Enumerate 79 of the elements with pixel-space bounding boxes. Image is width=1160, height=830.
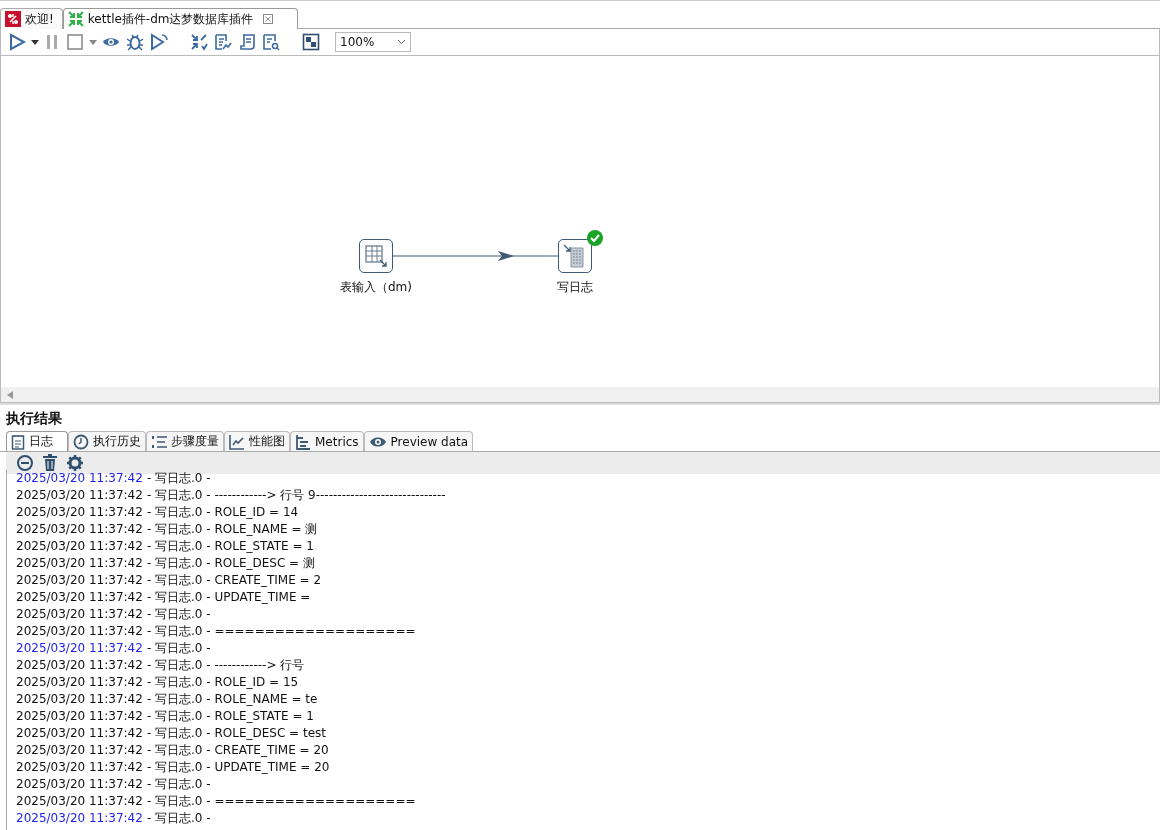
- grid-icon[interactable]: [302, 33, 320, 51]
- settings-icon[interactable]: [66, 454, 84, 472]
- result-tab[interactable]: 步骤度量: [146, 431, 224, 451]
- log-timestamp: 2025/03/20 11:37:42: [16, 590, 143, 604]
- log-message: - 写日志.0 -: [146, 607, 211, 621]
- log-message: - 写日志.0 -: [146, 641, 211, 655]
- log-timestamp: 2025/03/20 11:37:42: [16, 811, 143, 825]
- log-timestamp: 2025/03/20 11:37:42: [16, 539, 143, 553]
- replay-icon[interactable]: [150, 33, 168, 51]
- log-message: - 写日志.0 - ------------> 行号 9------------------------------: [146, 488, 446, 502]
- step-label: 写日志: [557, 279, 593, 296]
- panel-title: 执行结果: [5, 409, 63, 428]
- log-timestamp: 2025/03/20 11:37:42: [16, 471, 143, 485]
- bug-icon[interactable]: [126, 33, 144, 51]
- log-message: - 写日志.0 - UPDATE_TIME =: [146, 590, 311, 604]
- log-timestamp: 2025/03/20 11:37:42: [16, 794, 143, 808]
- minus-circle-icon[interactable]: [16, 454, 34, 472]
- log-timestamp: 2025/03/20 11:37:42: [16, 777, 143, 791]
- editor-tab[interactable]: 欢迎!: [0, 8, 63, 29]
- result-tab[interactable]: 日志: [6, 431, 68, 451]
- verify-icon[interactable]: [190, 33, 208, 51]
- zoom-dropdown[interactable]: 100%: [335, 32, 411, 52]
- log-timestamp: 2025/03/20 11:37:42: [16, 658, 143, 672]
- log-timestamp: 2025/03/20 11:37:42: [16, 607, 143, 621]
- log-message: - 写日志.0 - ROLE_ID = 14: [146, 505, 299, 519]
- log-message: - 写日志.0 - ROLE_ID = 15: [146, 675, 299, 689]
- impact-icon[interactable]: [214, 33, 232, 51]
- log-timestamp: 2025/03/20 11:37:42: [16, 488, 143, 502]
- log-message: - 写日志.0 - UPDATE_TIME = 20: [146, 760, 330, 774]
- log-message: - 写日志.0 - CREATE_TIME = 2: [146, 573, 322, 587]
- log-timestamp: 2025/03/20 11:37:42: [16, 573, 143, 587]
- log-timestamp: 2025/03/20 11:37:42: [16, 556, 143, 570]
- log-timestamp: 2025/03/20 11:37:42: [16, 709, 143, 723]
- result-tab[interactable]: 性能图: [224, 431, 290, 451]
- app-logo-icon: [5, 11, 21, 27]
- log-message: - 写日志.0 - ROLE_STATE = 1: [146, 539, 314, 553]
- log-message: - 写日志.0 -: [146, 777, 211, 791]
- log-message: - 写日志.0 - ====================: [146, 794, 416, 808]
- transformation-icon: [67, 11, 84, 27]
- document-icon: [563, 244, 587, 268]
- log-message: - 写日志.0 -: [146, 471, 211, 485]
- log-message: - 写日志.0 - ROLE_STATE = 1: [146, 709, 314, 723]
- result-tab[interactable]: Preview data: [363, 431, 474, 451]
- result-tab[interactable]: Metrics: [290, 431, 364, 451]
- line-chart-icon: [229, 433, 245, 450]
- log-message: - 写日志.0 - ROLE_NAME = te: [146, 692, 318, 706]
- log-timestamp: 2025/03/20 11:37:42: [16, 641, 143, 655]
- result-tab[interactable]: 执行历史: [68, 431, 146, 451]
- log-timestamp: 2025/03/20 11:37:42: [16, 675, 143, 689]
- log-timestamp: 2025/03/20 11:37:42: [16, 624, 143, 638]
- log-timestamp: 2025/03/20 11:37:42: [16, 743, 143, 757]
- log-timestamp: 2025/03/20 11:37:42: [16, 692, 143, 706]
- stop-icon[interactable]: [66, 33, 84, 51]
- script-icon[interactable]: [238, 33, 256, 51]
- editor-tab[interactable]: kettle插件-dm达梦数据库插件: [62, 8, 299, 29]
- log-timestamp: 2025/03/20 11:37:42: [16, 726, 143, 740]
- step-node[interactable]: [558, 239, 592, 273]
- close-icon[interactable]: [263, 14, 274, 24]
- log-timestamp: 2025/03/20 11:37:42: [16, 760, 143, 774]
- numbered-list-icon: [151, 433, 167, 450]
- log-timestamp: 2025/03/20 11:37:42: [16, 505, 143, 519]
- notepad-icon: [11, 433, 25, 450]
- tree-icon: [295, 433, 311, 450]
- log-timestamp: 2025/03/20 11:37:42: [16, 522, 143, 536]
- run-icon[interactable]: [8, 33, 26, 51]
- log-message: - 写日志.0 -: [146, 811, 211, 825]
- log-message: - 写日志.0 - ROLE_DESC = 测: [146, 556, 315, 570]
- log-message: - 写日志.0 - ------------> 行号: [146, 658, 305, 672]
- log-message: - 写日志.0 - ROLE_DESC = test: [146, 726, 327, 740]
- clock-icon: [73, 433, 89, 450]
- trash-icon[interactable]: [42, 454, 58, 472]
- chevron-icon: [397, 39, 406, 45]
- table-icon: [364, 244, 388, 268]
- step-node[interactable]: [359, 239, 393, 273]
- log-message: - 写日志.0 - CREATE_TIME = 20: [146, 743, 329, 757]
- log-message: - 写日志.0 - ====================: [146, 624, 416, 638]
- step-label: 表输入（dm): [340, 279, 412, 296]
- explore-icon[interactable]: [262, 33, 280, 51]
- log-message: - 写日志.0 - ROLE_NAME = 测: [146, 522, 318, 536]
